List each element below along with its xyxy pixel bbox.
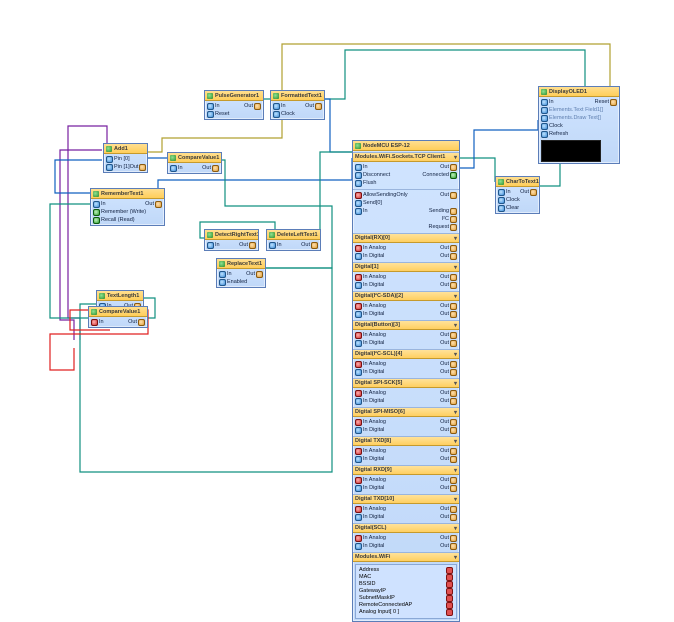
node-deleteleft[interactable]: DeleteLeftText1 InOut <box>266 229 321 251</box>
node-title: CharToText1 <box>506 179 539 185</box>
oled-preview <box>541 140 601 162</box>
expand-icon[interactable]: ▾ <box>454 154 457 161</box>
expand-icon[interactable]: ▾ <box>454 496 457 503</box>
detect-icon <box>207 232 213 238</box>
node-formattedtext[interactable]: FormattedText1 InOut Clock <box>270 90 325 120</box>
node-title: DetectRightText1 <box>215 232 258 238</box>
wire <box>454 158 495 182</box>
node-comparevalue[interactable]: CompareValue1 InOut <box>88 306 148 328</box>
mcu-channel[interactable]: Digital[1]▾In AnalogOutIn DigitalOut <box>353 262 459 290</box>
text-icon <box>498 179 504 185</box>
expand-icon[interactable]: ▾ <box>454 235 457 242</box>
expand-icon[interactable]: ▾ <box>454 351 457 358</box>
expand-icon[interactable]: ▾ <box>454 409 457 416</box>
wire <box>195 160 332 268</box>
node-title: DisplayOLED1 <box>549 89 587 95</box>
delete-icon <box>269 232 275 238</box>
mcu-channel[interactable]: Digital(SCL)▾In AnalogOutIn DigitalOut <box>353 523 459 551</box>
expand-icon[interactable]: ▾ <box>454 380 457 387</box>
mcu-channel[interactable]: Digital TXD[10]▾In AnalogOutIn DigitalOu… <box>353 494 459 522</box>
node-title: ReplaceText1 <box>227 261 262 267</box>
compare-icon <box>170 155 176 161</box>
node-nodemcu[interactable]: NodeMCU ESP-12 Modules.WiFi.Sockets.TCP … <box>352 140 460 622</box>
node-title: FormattedText1 <box>281 93 322 99</box>
node-title: RememberText1 <box>101 191 143 197</box>
mcu-channel[interactable]: Digital RXD[9]▾In AnalogOutIn DigitalOut <box>353 465 459 493</box>
mcu-channel[interactable]: Digital SPI-MISO[6]▾In AnalogOutIn Digit… <box>353 407 459 435</box>
node-title: PulseGenerator1 <box>215 93 259 99</box>
memory-icon <box>93 191 99 197</box>
format-icon <box>273 93 279 99</box>
mcu-channel[interactable]: Digital(I²C-SCL)[4]▾In AnalogOutIn Digit… <box>353 349 459 377</box>
node-remembertext[interactable]: RememberText1 InOut Remember (Write) Rec… <box>90 188 165 226</box>
pulse-icon <box>207 93 213 99</box>
node-replacetext[interactable]: ReplaceText1 InOut Enabled <box>216 258 266 288</box>
wifi-properties: Address MAC BSSID GatewayIP SubnetMaskIP… <box>355 564 457 619</box>
replace-icon <box>219 261 225 267</box>
node-title: TextLength1 <box>107 293 139 299</box>
node-title: CompareValue1 <box>178 155 219 161</box>
mcu-channel[interactable]: Digital(I²C-SDA)[2]▾In AnalogOutIn Digit… <box>353 291 459 319</box>
mcu-channel[interactable]: Digital TXD[8]▾In AnalogOutIn DigitalOut <box>353 436 459 464</box>
node-add1[interactable]: Add1 Pin [0] Pin [1]Out <box>103 143 148 173</box>
wire <box>454 120 538 168</box>
mcu-channel[interactable]: Digital(RX)[0]▾In AnalogOutIn DigitalOut <box>353 233 459 261</box>
node-title: DeleteLeftText1 <box>277 232 318 238</box>
display-icon <box>541 89 547 95</box>
node-title: NodeMCU ESP-12 <box>363 143 410 149</box>
compare-icon <box>91 309 97 315</box>
node-displayoled[interactable]: DisplayOLED1 InReset Elements.Text Field… <box>538 86 620 164</box>
sum-icon <box>106 146 112 152</box>
length-icon <box>99 293 105 299</box>
mcu-channel[interactable]: Digital SPI-SCK[5]▾In AnalogOutIn Digita… <box>353 378 459 406</box>
chip-icon <box>355 143 361 149</box>
expand-icon[interactable]: ▾ <box>454 438 457 445</box>
expand-icon[interactable]: ▾ <box>454 467 457 474</box>
expand-icon[interactable]: ▾ <box>454 322 457 329</box>
expand-icon[interactable]: ▾ <box>454 293 457 300</box>
expand-icon[interactable]: ▾ <box>454 264 457 271</box>
node-chartotext[interactable]: CharToText1 InOut Clock Clear <box>495 176 540 214</box>
node-detectright[interactable]: DetectRightText1 InOut <box>204 229 259 251</box>
mcu-channel[interactable]: Digital(Button)[3]▾In AnalogOutIn Digita… <box>353 320 459 348</box>
node-comparevalue-top[interactable]: CompareValue1 InOut <box>167 152 222 174</box>
expand-icon[interactable]: ▾ <box>454 554 457 561</box>
node-pulsegenerator[interactable]: PulseGenerator1 InOut Reset <box>204 90 264 120</box>
node-title: CompareValue1 <box>99 309 140 315</box>
wire <box>300 152 352 238</box>
expand-icon[interactable]: ▾ <box>454 525 457 532</box>
node-title: Add1 <box>114 146 128 152</box>
